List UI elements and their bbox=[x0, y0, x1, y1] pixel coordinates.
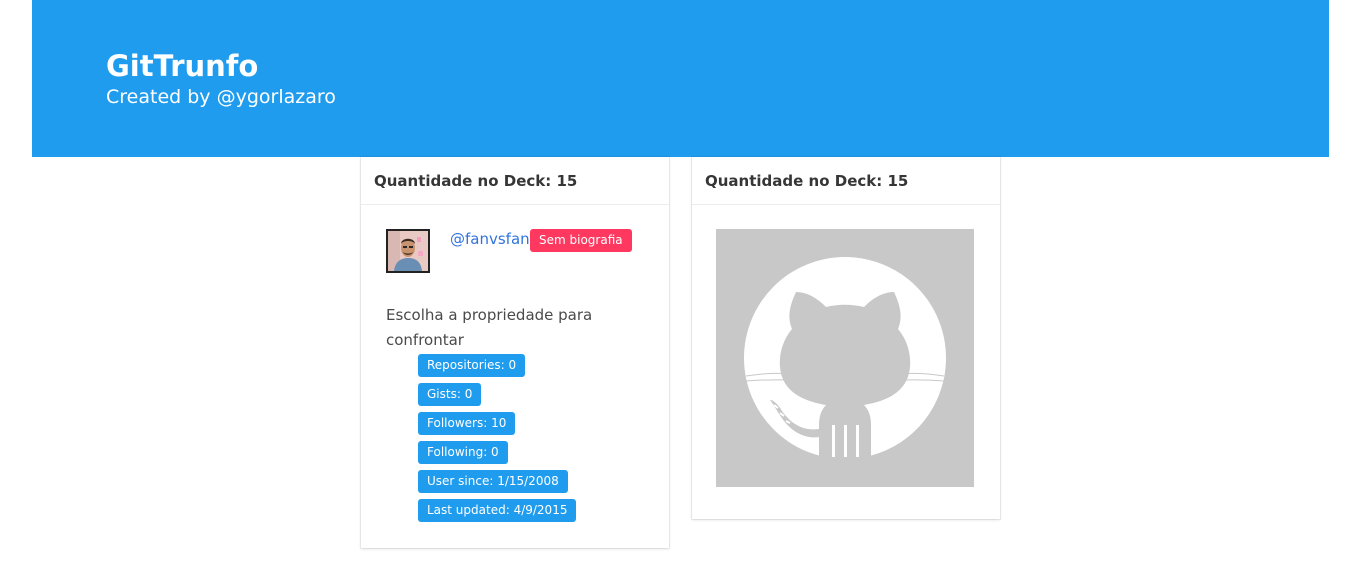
stats-list: Repositories: 0 Gists: 0 Followers: 10 F… bbox=[418, 354, 577, 528]
username-link[interactable]: @fanvsfan bbox=[450, 228, 530, 250]
list-item: Gists: 0 bbox=[418, 383, 576, 406]
user-avatar-photo bbox=[388, 231, 428, 271]
hero-banner: GitTrunfo Created by @ygorlazaro bbox=[32, 0, 1329, 157]
list-item: Last updated: 4/9/2015 bbox=[418, 499, 577, 522]
opponent-card: Quantidade no Deck: 15 bbox=[692, 157, 1000, 519]
app-subtitle: Created by @ygorlazaro bbox=[106, 86, 336, 108]
github-octocat-icon bbox=[716, 229, 974, 487]
user-avatar bbox=[386, 229, 430, 273]
app-title: GitTrunfo bbox=[106, 49, 259, 83]
stat-user-since-button[interactable]: User since: 1/15/2008 bbox=[418, 470, 568, 493]
stat-followers-button[interactable]: Followers: 10 bbox=[418, 412, 516, 435]
no-bio-tag: Sem biografia bbox=[530, 229, 632, 252]
stat-following-button[interactable]: Following: 0 bbox=[418, 441, 508, 464]
stat-gists-button[interactable]: Gists: 0 bbox=[418, 383, 482, 406]
choose-property-prompt: Escolha a propriedade para confrontar bbox=[386, 306, 593, 349]
list-item: User since: 1/15/2008 bbox=[418, 470, 576, 493]
stat-last-updated-button[interactable]: Last updated: 4/9/2015 bbox=[418, 499, 577, 522]
list-item: Following: 0 bbox=[418, 441, 576, 464]
list-item: Followers: 10 bbox=[418, 412, 576, 435]
stat-repositories-button[interactable]: Repositories: 0 bbox=[418, 354, 526, 377]
list-item: Repositories: 0 bbox=[418, 354, 576, 377]
player-card: Quantidade no Deck: 15 @fanvsfan Sem bio… bbox=[361, 157, 669, 548]
opponent-deck-count: Quantidade no Deck: 15 bbox=[692, 157, 1000, 205]
opponent-card-image bbox=[716, 229, 974, 487]
player-deck-count: Quantidade no Deck: 15 bbox=[361, 157, 669, 205]
